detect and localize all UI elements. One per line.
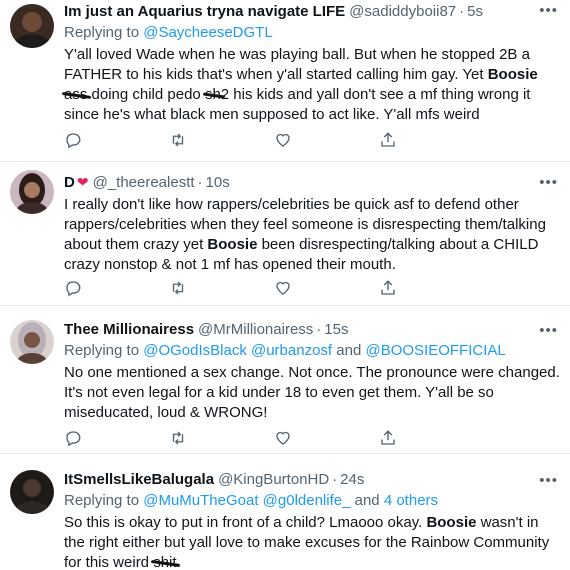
reply-button[interactable] xyxy=(64,278,169,298)
more-icon[interactable]: ••• xyxy=(539,322,558,339)
like-button[interactable] xyxy=(274,130,379,150)
reply-button[interactable] xyxy=(64,428,169,448)
like-button[interactable] xyxy=(274,278,379,298)
tweet-text: No one mentioned a sex change. Not once.… xyxy=(64,364,560,421)
retweet-icon xyxy=(172,133,184,147)
tweet-header: Im just an Aquarius tryna navigate LIFE … xyxy=(64,2,483,22)
mention-link[interactable]: @MuMuTheGoat @g0ldenlife_ xyxy=(143,492,350,509)
reply-button[interactable] xyxy=(64,130,169,150)
retweet-button[interactable] xyxy=(169,130,274,150)
avatar[interactable] xyxy=(10,320,54,364)
display-name[interactable]: D xyxy=(64,173,75,193)
tweet[interactable]: Thee Millionairess @MrMillionairess · 15… xyxy=(0,306,570,454)
retweet-icon xyxy=(172,431,184,445)
display-name[interactable]: Im just an Aquarius tryna navigate LIFE xyxy=(64,2,345,22)
user-handle[interactable]: @sadiddyboii87 xyxy=(349,2,456,22)
like-button[interactable] xyxy=(274,428,379,448)
timestamp[interactable]: 10s xyxy=(206,173,230,193)
mention-link[interactable]: @BOOSIEOFFICIAL xyxy=(365,342,505,359)
share-icon xyxy=(381,132,395,147)
like-icon xyxy=(276,431,290,445)
like-icon xyxy=(276,281,290,295)
heart-icon: ❤ xyxy=(76,174,89,190)
tweet[interactable]: D ❤ @_theerealestt · 10s I really don't … xyxy=(0,162,570,306)
share-icon xyxy=(381,280,395,295)
replying-to: Replying to @SaycheeseDGTL xyxy=(64,24,273,41)
display-name[interactable]: ItSmellsLikeBalugala xyxy=(64,470,214,490)
share-button[interactable] xyxy=(379,130,484,150)
action-bar xyxy=(64,130,484,150)
more-icon[interactable]: ••• xyxy=(539,174,558,191)
tweet-text: I really don't like how rappers/celebrit… xyxy=(64,196,546,273)
action-bar xyxy=(64,278,484,298)
timestamp[interactable]: 5s xyxy=(467,2,483,22)
share-button[interactable] xyxy=(379,278,484,298)
reply-icon xyxy=(66,431,81,447)
replying-to: Replying to @MuMuTheGoat @g0ldenlife_ an… xyxy=(64,492,439,509)
more-icon[interactable]: ••• xyxy=(539,472,558,489)
timestamp[interactable]: 15s xyxy=(324,320,348,340)
tweet-header: D ❤ @_theerealestt · 10s xyxy=(64,173,230,193)
mention-link[interactable]: @SaycheeseDGTL xyxy=(143,24,272,41)
action-bar xyxy=(64,428,484,448)
share-icon xyxy=(381,430,395,445)
retweet-button[interactable] xyxy=(169,428,274,448)
reply-icon xyxy=(66,281,81,297)
redaction-mark: sh xyxy=(204,86,221,103)
avatar[interactable] xyxy=(10,4,54,48)
more-mentions-link[interactable]: 4 others xyxy=(384,492,438,509)
user-handle[interactable]: @MrMillionairess xyxy=(198,320,313,340)
tweet[interactable]: ItSmellsLikeBalugala @KingBurtonHD · 24s… xyxy=(0,454,570,570)
tweet-header: Thee Millionairess @MrMillionairess · 15… xyxy=(64,320,349,340)
avatar[interactable] xyxy=(10,170,54,214)
redaction-mark: shit xyxy=(153,553,176,570)
retweet-button[interactable] xyxy=(169,278,274,298)
avatar[interactable] xyxy=(10,470,54,514)
user-handle[interactable]: @KingBurtonHD xyxy=(218,470,329,490)
tweet-text: So this is okay to put in front of a chi… xyxy=(64,513,560,570)
redaction-mark: ass xyxy=(64,86,88,103)
replying-to: Replying to @OGodIsBlack @urbanzosf and … xyxy=(64,342,506,359)
tweet[interactable]: Im just an Aquarius tryna navigate LIFE … xyxy=(0,0,570,162)
display-name[interactable]: Thee Millionairess xyxy=(64,320,194,340)
retweet-icon xyxy=(172,281,184,295)
timestamp[interactable]: 24s xyxy=(340,470,364,490)
reply-icon xyxy=(66,133,81,149)
more-icon[interactable]: ••• xyxy=(539,2,558,19)
tweet-header: ItSmellsLikeBalugala @KingBurtonHD · 24s xyxy=(64,470,365,490)
user-handle[interactable]: @_theerealestt xyxy=(93,173,195,193)
share-button[interactable] xyxy=(379,428,484,448)
mention-link[interactable]: @OGodIsBlack @urbanzosf xyxy=(143,342,332,359)
like-icon xyxy=(276,133,290,147)
tweet-text: Y'all loved Wade when he was playing bal… xyxy=(64,46,538,123)
